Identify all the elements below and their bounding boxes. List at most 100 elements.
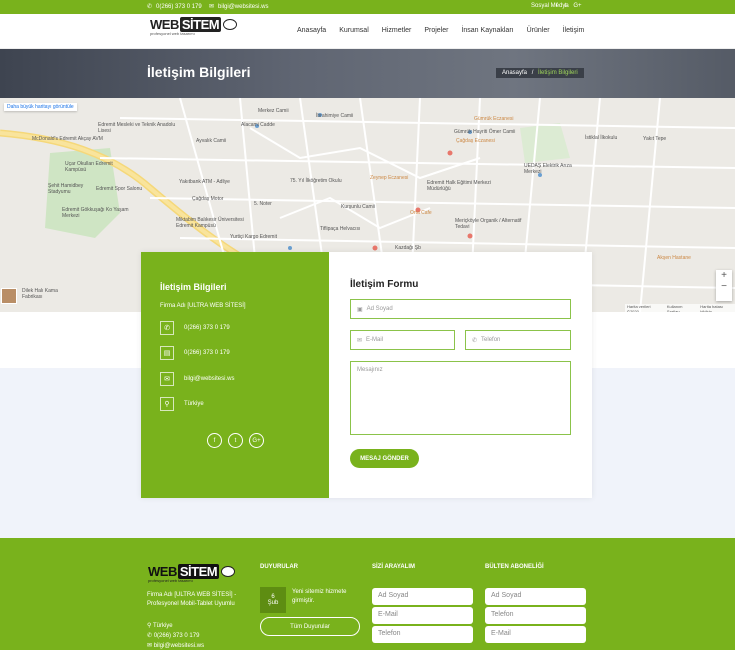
map-label: 5. Noter: [254, 201, 272, 207]
nav-menu: Anasayfa Kurumsal Hizmetler Projeler İns…: [297, 27, 584, 34]
footer-location: ⚲ Türkiye: [147, 623, 173, 629]
callback-name-input[interactable]: Ad Soyad: [372, 588, 473, 605]
callback-email-input[interactable]: E-Mail: [372, 607, 473, 624]
info-phone-row: ✆ 0(266) 373 0 179: [160, 321, 230, 335]
news-date: 6 Şub: [260, 587, 286, 613]
map-label: Miktabim Balıkesir Üniversitesi Edremit …: [176, 217, 244, 229]
news-item[interactable]: Yeni sitemiz hizmete girmiştir.: [292, 588, 358, 606]
map-label: İstiklal İlkokulu: [585, 135, 618, 141]
breadcrumb: Anasayfa / İletişim Bilgileri: [496, 68, 584, 78]
topbar-phone[interactable]: ✆ 0(266) 373 0 179: [147, 3, 202, 11]
envelope-icon: ✉: [160, 372, 174, 386]
sheep-icon: [221, 566, 236, 577]
form-title: İletişim Formu: [350, 279, 419, 290]
info-email-row: ✉ bilgi@websitesi.ws: [160, 372, 234, 386]
nav-item-insan-kaynaklari[interactable]: İnsan Kaynakları: [461, 27, 513, 34]
phone-icon: ✆: [160, 321, 174, 335]
footer-phone[interactable]: ✆ 0(266) 373 0 179: [147, 632, 199, 639]
firm-name: Firma Adı [ULTRA WEB SİTESİ]: [160, 303, 246, 309]
page-title: İletişim Bilgileri: [147, 64, 251, 80]
topbar-social: f t G+: [556, 3, 582, 9]
twitter-icon[interactable]: t: [228, 433, 243, 448]
callback-phone-input[interactable]: Telefon: [372, 626, 473, 643]
map-label: Ayvalık Camii: [196, 138, 227, 144]
envelope-icon: ✉: [357, 337, 363, 344]
map-label: Şehit Hamidbey Stadyumu: [48, 183, 84, 195]
google-plus-icon[interactable]: G+: [249, 433, 264, 448]
info-title: İletişim Bilgileri: [160, 282, 227, 292]
send-message-button[interactable]: MESAJ GÖNDER: [350, 449, 419, 468]
site-footer: WEB SİTEM profesyonel web tasarımı Firma …: [0, 538, 735, 650]
google-plus-icon[interactable]: G+: [573, 3, 581, 9]
map-label: Kurşunlu Camii: [341, 204, 375, 210]
email-field[interactable]: ✉ E-Mail: [350, 330, 455, 350]
zoom-controls: + −: [716, 270, 732, 301]
info-location-row: ⚲ Türkiye: [160, 397, 204, 411]
map-label: İbrahimiye Camii: [316, 113, 354, 119]
envelope-icon: ✉: [209, 4, 215, 10]
map-label: Edremit Spor Salonu: [96, 186, 143, 192]
map-label: Merkez Camii: [258, 108, 289, 114]
map-label: Edremit Halk Eğitimi Merkezi Müdürlüğü: [427, 180, 491, 192]
nav-item-anasayfa[interactable]: Anasayfa: [297, 27, 326, 34]
nav-item-iletisim[interactable]: İletişim: [563, 27, 585, 34]
phone-field[interactable]: ✆ Telefon: [465, 330, 571, 350]
nav-item-projeler[interactable]: Projeler: [424, 27, 448, 34]
newsletter-name-input[interactable]: Ad Soyad: [485, 588, 586, 605]
map-attribution: Harita verileri ©2020 Kullanım Şartları …: [625, 304, 735, 312]
map-label: Tiflipaça Helvacısı: [320, 226, 361, 232]
info-social: f t G+: [207, 433, 264, 448]
map-label: Dilek Halı Kama Fabrikası: [22, 288, 58, 300]
map-label: Edremit Mesleki ve Teknik Anadolu Lisesi: [98, 122, 176, 134]
phone-icon: ✆: [147, 633, 154, 639]
sheep-icon: [223, 19, 238, 30]
callback-title: SİZİ ARAYALIM: [372, 564, 416, 570]
zoom-out-button[interactable]: −: [721, 281, 727, 292]
facebook-icon[interactable]: f: [207, 433, 222, 448]
nav-item-hizmetler[interactable]: Hizmetler: [382, 27, 412, 34]
map-label: Alacami Cadde: [241, 122, 275, 128]
nav-item-kurumsal[interactable]: Kurumsal: [339, 27, 369, 34]
site-logo[interactable]: WEB SİTEM profesyonel web tasarımı: [150, 17, 238, 36]
envelope-icon: ✉: [147, 643, 154, 649]
map-label: Yakıtbank ATM - Adliye: [179, 179, 230, 185]
footer-email[interactable]: ✉ bilgi@websitesi.ws: [147, 642, 204, 649]
topbar-email[interactable]: ✉ bilgi@websitesi.ws: [209, 3, 268, 11]
all-news-button[interactable]: Tüm Duyurular: [260, 617, 360, 636]
breadcrumb-current: İletişim Bilgileri: [538, 70, 578, 76]
facebook-icon[interactable]: f: [556, 3, 558, 9]
map-label: 75. Yıl İlköğretim Okulu: [290, 178, 342, 184]
map-label: Gümrük Eczanesi: [474, 116, 514, 122]
newsletter-email-input[interactable]: E-Mail: [485, 626, 586, 643]
map-label: Uçar Okulları Edremit Kampüsü: [65, 161, 113, 173]
map-label: Yakıt Tepe: [643, 136, 667, 142]
map-label: UEDAŞ Elektrik Arıza Merkezi: [524, 163, 572, 175]
name-field[interactable]: ▣ Ad Soyad: [350, 299, 571, 319]
twitter-icon[interactable]: t: [565, 3, 567, 9]
map-pin-icon: ⚲: [160, 397, 174, 411]
fax-icon: ▤: [160, 346, 174, 360]
phone-icon: ✆: [472, 337, 478, 344]
map-label: Orta Cafe: [410, 210, 432, 216]
info-fax-row: ▤ 0(266) 373 0 179: [160, 346, 230, 360]
newsletter-phone-input[interactable]: Telefon: [485, 607, 586, 624]
map-label: Çağdaş Eczanesi: [456, 138, 495, 144]
footer-firm: Firma Adı [ULTRA WEB SİTESİ] - Profesyon…: [147, 592, 237, 607]
map-label: Kazdağı Şb: [395, 245, 421, 251]
zoom-in-button[interactable]: +: [721, 270, 727, 281]
map-label: Yurtiçi Kargo Edremit: [230, 234, 277, 240]
nav-item-urunler[interactable]: Ürünler: [527, 27, 550, 34]
news-title: DUYURULAR: [260, 564, 298, 570]
breadcrumb-home[interactable]: Anasayfa: [502, 70, 527, 76]
map-label: Çağdaş Motor: [192, 196, 224, 202]
main-navbar: WEB SİTEM profesyonel web tasarımı Anasay…: [0, 14, 735, 49]
newsletter-title: BÜLTEN ABONELİĞİ: [485, 564, 544, 570]
footer-logo[interactable]: WEB SİTEM profesyonel web tasarımı: [148, 564, 236, 583]
map-thumbnail[interactable]: [1, 288, 17, 304]
top-bar: ✆ 0(266) 373 0 179 ✉ bilgi@websitesi.ws So…: [0, 0, 735, 14]
map-label: Zeynep Eczanesi: [370, 175, 409, 181]
map-label: Meriçköyle Organik / Alternatif Tedavi: [455, 218, 522, 230]
message-field[interactable]: Mesajınız: [350, 361, 571, 435]
map-label: McDonald's Edremit Akçay AVM: [32, 136, 103, 142]
contact-info-panel: İletişim Bilgileri Firma Adı [ULTRA WEB …: [141, 252, 329, 498]
